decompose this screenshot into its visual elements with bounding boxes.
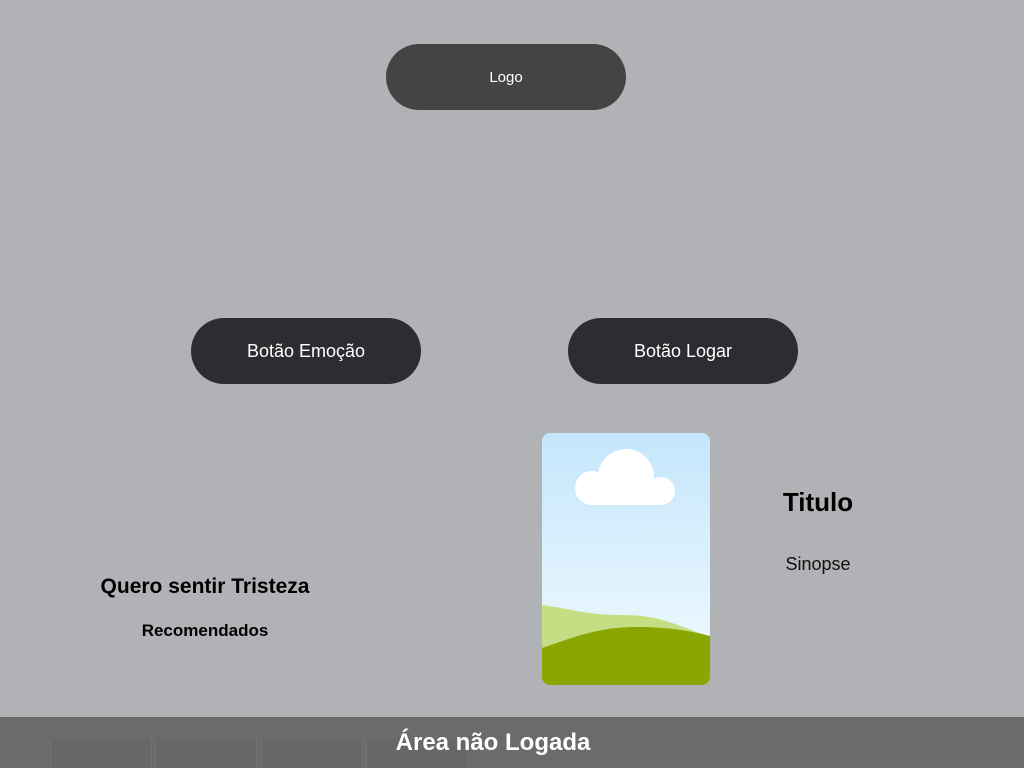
emotion-button[interactable]: Botão Emoção	[191, 318, 421, 384]
login-button[interactable]: Botão Logar	[568, 318, 798, 384]
emotion-button-label: Botão Emoção	[246, 340, 366, 361]
movie-title: Titulo	[782, 487, 854, 517]
footer-label-wrap: Área não Logada	[0, 717, 1024, 768]
logo-label: Logo	[489, 68, 523, 86]
login-button-label: Botão Logar	[633, 340, 733, 361]
image-placeholder-icon	[542, 433, 710, 685]
movie-poster[interactable]	[542, 433, 710, 685]
footer-bar: Área não Logada	[0, 717, 1024, 768]
emotion-heading: Quero sentir Tristeza	[100, 575, 310, 598]
logo[interactable]: Logo	[386, 44, 626, 110]
movie-synopsis: Sinopse	[785, 554, 851, 574]
recommended-section-label: Recomendados	[141, 621, 269, 640]
footer-label: Área não Logada	[395, 728, 591, 756]
